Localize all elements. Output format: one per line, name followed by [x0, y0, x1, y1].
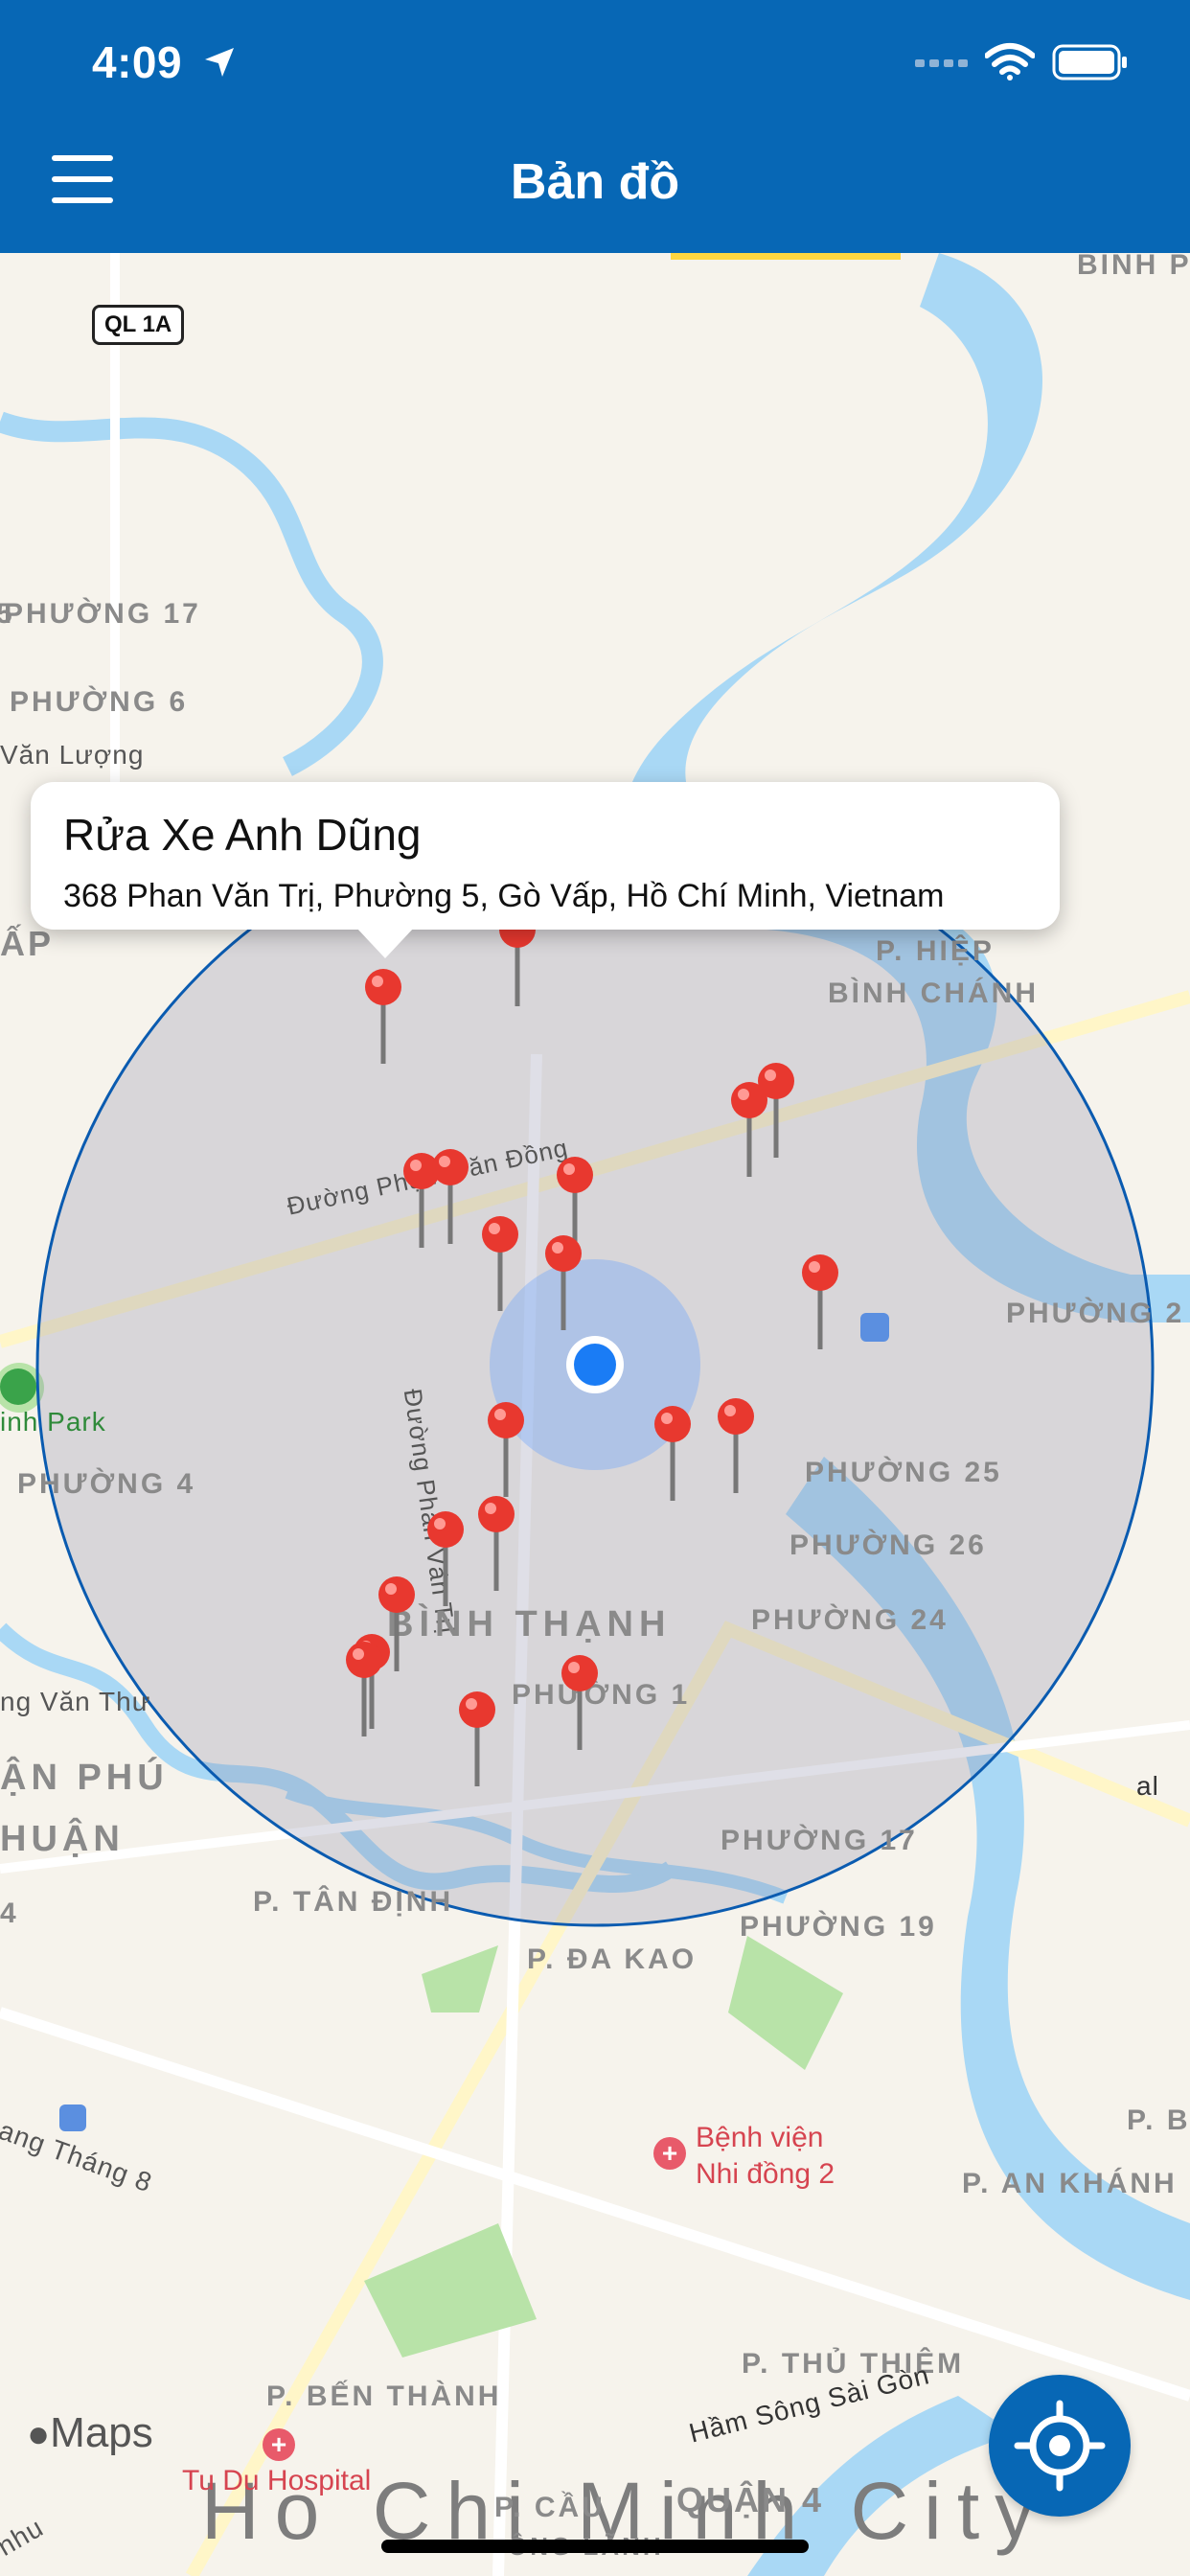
- place-name: Rửa Xe Anh Dũng: [63, 810, 422, 860]
- apple-logo-icon: ●: [27, 2413, 51, 2455]
- map-pin[interactable]: [731, 1082, 767, 1177]
- map-pin[interactable]: [365, 969, 401, 1064]
- map-pin[interactable]: [459, 1691, 495, 1786]
- map-view[interactable]: QL 1A 5 PHƯỜNG 17 PHƯỜNG 6 Văn Lượng ẤP …: [0, 253, 1190, 2576]
- place-address: 368 Phan Văn Trị, Phường 5, Gò Vấp, Hồ C…: [63, 878, 945, 914]
- location-arrow-icon: [205, 48, 234, 77]
- place-callout[interactable]: Rửa Xe Anh Dũng 368 Phan Văn Trị, Phường…: [31, 782, 1060, 958]
- map-pin[interactable]: [561, 1655, 598, 1750]
- wifi-icon: [985, 43, 1035, 80]
- map-pin[interactable]: [802, 1254, 838, 1349]
- map-pin[interactable]: [654, 1406, 691, 1501]
- battery-icon: [1052, 44, 1127, 80]
- locate-me-button[interactable]: [989, 2375, 1131, 2517]
- crosshair-locate-icon: [1014, 2400, 1106, 2492]
- map-pin[interactable]: [427, 1511, 464, 1606]
- map-pin[interactable]: [482, 1216, 518, 1311]
- home-indicator: [381, 2540, 809, 2553]
- pin-layer: [346, 911, 838, 1786]
- nav-bar: 4:09 Bản đồ: [0, 0, 1190, 253]
- cellular-signal-icon: [915, 59, 968, 67]
- map-pin[interactable]: [545, 1235, 582, 1330]
- apple-maps-logo: ●Maps: [27, 2409, 153, 2456]
- map-pin[interactable]: [718, 1398, 754, 1493]
- map-pin[interactable]: [432, 1149, 469, 1244]
- page-title: Bản đồ: [510, 154, 680, 210]
- status-time: 4:09: [92, 37, 183, 87]
- map-pin[interactable]: [478, 1496, 515, 1591]
- map-pin[interactable]: [346, 1642, 382, 1736]
- map-pin[interactable]: [488, 1402, 524, 1497]
